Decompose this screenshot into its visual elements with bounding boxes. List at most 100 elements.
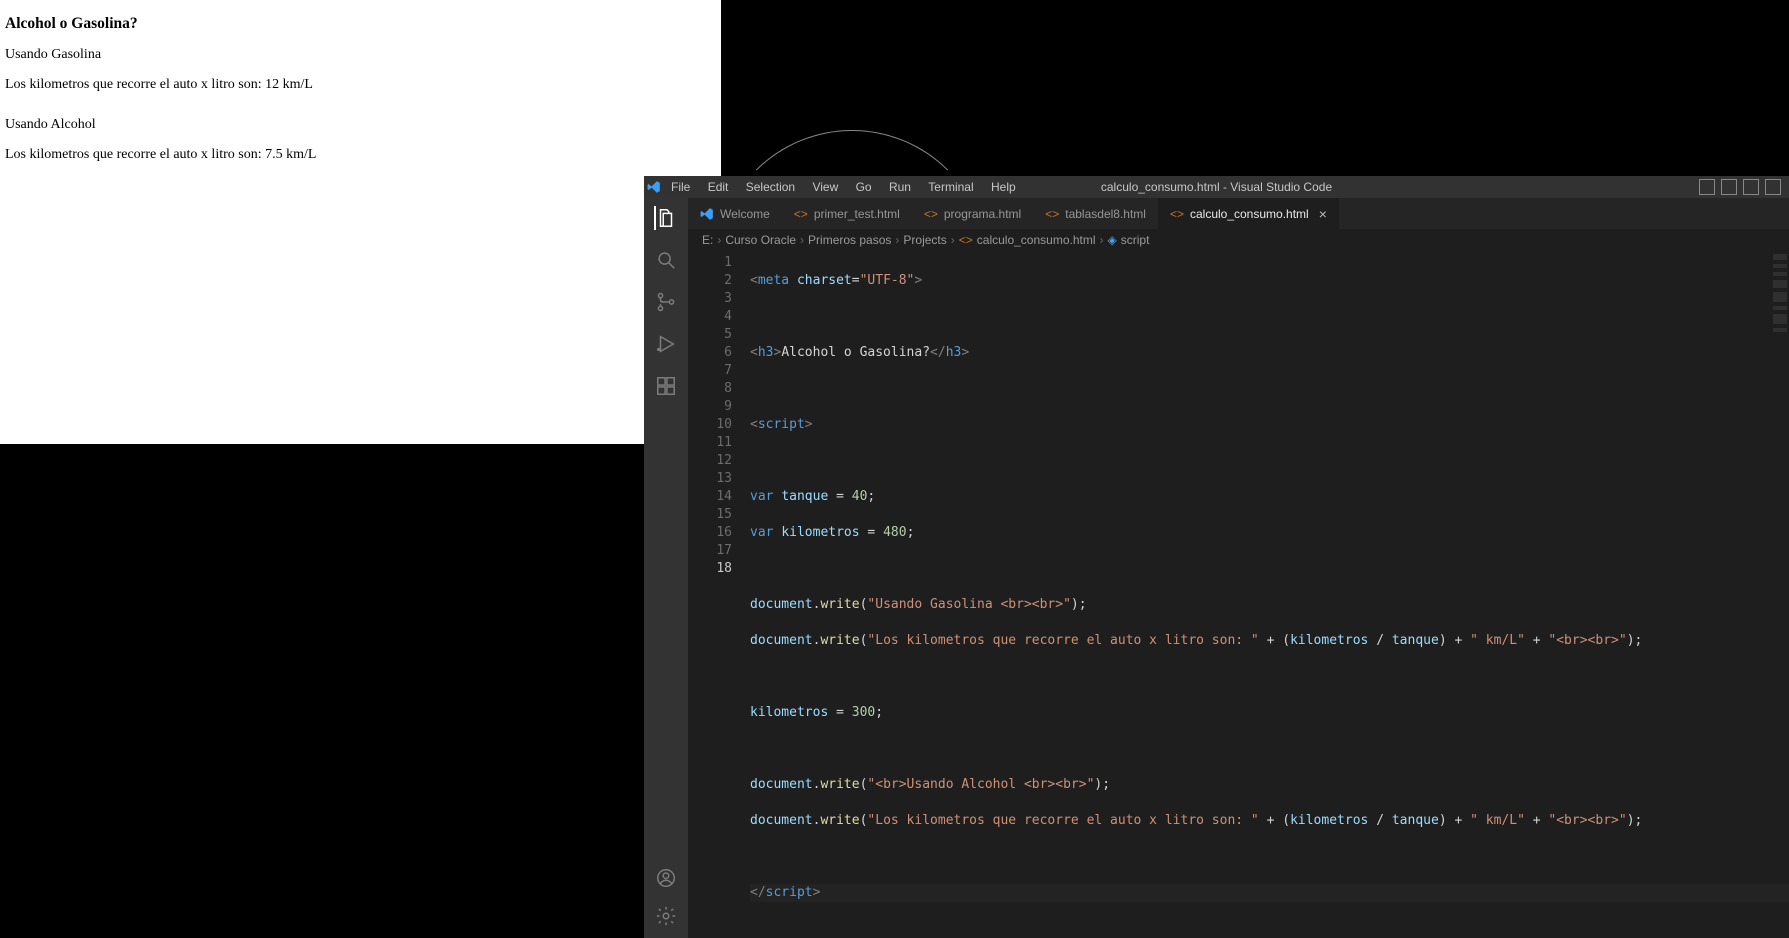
line-number: 11 xyxy=(688,434,732,452)
window-title: calculo_consumo.html - Visual Studio Cod… xyxy=(1101,180,1332,194)
alcohol-label: Usando Alcohol xyxy=(5,117,716,133)
layout-bottom-icon[interactable] xyxy=(1721,179,1737,195)
breadcrumb-file[interactable]: calculo_consumo.html xyxy=(977,233,1096,247)
line-number: 6 xyxy=(688,344,732,362)
close-icon[interactable]: × xyxy=(1319,206,1327,222)
code-line: <script> xyxy=(750,416,1789,434)
breadcrumb: E: › Curso Oracle › Primeros pasos › Projec… xyxy=(688,229,1789,250)
alcohol-result: Los kilometros que recorre el auto x lit… xyxy=(5,147,716,163)
line-number: 18 xyxy=(688,560,732,578)
code-line: document.write("Usando Gasolina <br><br>… xyxy=(750,596,1789,614)
menu-edit[interactable]: Edit xyxy=(701,180,736,194)
code-line xyxy=(750,380,1789,398)
html-file-icon: <> xyxy=(959,233,973,247)
line-number: 17 xyxy=(688,542,732,560)
html-file-icon: <> xyxy=(924,207,938,221)
line-number: 9 xyxy=(688,398,732,416)
code-line: </script> xyxy=(750,884,1789,902)
code-editor[interactable]: 1 2 3 4 5 6 7 8 9 10 11 12 13 14 15 16 1 xyxy=(688,250,1789,938)
explorer-icon[interactable] xyxy=(654,206,678,230)
tab-label: programa.html xyxy=(944,207,1021,221)
line-number: 10 xyxy=(688,416,732,434)
line-number: 8 xyxy=(688,380,732,398)
editor-tabs: Welcome <> primer_test.html <> programa.… xyxy=(688,198,1789,229)
line-number: 14 xyxy=(688,488,732,506)
line-number: 12 xyxy=(688,452,732,470)
tab-welcome[interactable]: Welcome xyxy=(688,198,782,229)
activity-bar xyxy=(644,198,688,938)
line-number-gutter: 1 2 3 4 5 6 7 8 9 10 11 12 13 14 15 16 1 xyxy=(688,250,744,938)
breadcrumb-symbol[interactable]: script xyxy=(1121,233,1150,247)
layout-grid-icon[interactable] xyxy=(1765,179,1781,195)
line-number: 16 xyxy=(688,524,732,542)
run-debug-icon[interactable] xyxy=(654,332,678,356)
rendered-page: Alcohol o Gasolina? Usando Gasolina Los … xyxy=(0,0,721,444)
code-line xyxy=(750,560,1789,578)
breadcrumb-part[interactable]: Primeros pasos xyxy=(808,233,891,247)
menu-run[interactable]: Run xyxy=(882,180,918,194)
line-number: 2 xyxy=(688,272,732,290)
line-number: 1 xyxy=(688,254,732,272)
breadcrumb-part[interactable]: E: xyxy=(702,233,713,247)
gasolina-result: Los kilometros que recorre el auto x lit… xyxy=(5,77,716,93)
line-number: 4 xyxy=(688,308,732,326)
code-line: <meta charset="UTF-8"> xyxy=(750,272,1789,290)
menu-help[interactable]: Help xyxy=(984,180,1023,194)
line-number: 7 xyxy=(688,362,732,380)
search-icon[interactable] xyxy=(654,248,678,272)
code-line: document.write("Los kilometros que recor… xyxy=(750,812,1789,830)
tab-label: primer_test.html xyxy=(814,207,900,221)
vscode-window: File Edit Selection View Go Run Terminal… xyxy=(644,176,1789,938)
code-line xyxy=(750,668,1789,686)
tab-label: Welcome xyxy=(720,207,770,221)
menu-view[interactable]: View xyxy=(805,180,845,194)
code-content[interactable]: <meta charset="UTF-8"> <h3>Alcohol o Gas… xyxy=(744,250,1789,938)
extensions-icon[interactable] xyxy=(654,374,678,398)
code-line xyxy=(750,848,1789,866)
tab-programa[interactable]: <> programa.html xyxy=(912,198,1033,229)
layout-right-icon[interactable] xyxy=(1743,179,1759,195)
code-line: document.write("Los kilometros que recor… xyxy=(750,632,1789,650)
vscode-tab-icon xyxy=(700,207,714,221)
breadcrumb-part[interactable]: Curso Oracle xyxy=(725,233,796,247)
settings-gear-icon[interactable] xyxy=(654,904,678,928)
html-file-icon: <> xyxy=(1045,207,1059,221)
chevron-right-icon: › xyxy=(895,233,899,247)
layout-controls xyxy=(1699,179,1781,195)
page-heading: Alcohol o Gasolina? xyxy=(5,15,716,33)
chevron-right-icon: › xyxy=(1100,233,1104,247)
symbol-icon: ◈ xyxy=(1108,233,1117,247)
menu-bar: File Edit Selection View Go Run Terminal… xyxy=(664,180,1023,194)
account-icon[interactable] xyxy=(654,866,678,890)
title-bar: File Edit Selection View Go Run Terminal… xyxy=(644,176,1789,198)
html-file-icon: <> xyxy=(1170,207,1184,221)
chevron-right-icon: › xyxy=(951,233,955,247)
line-number: 13 xyxy=(688,470,732,488)
vscode-logo-icon xyxy=(644,180,664,194)
menu-terminal[interactable]: Terminal xyxy=(921,180,980,194)
tab-calculo-consumo[interactable]: <> calculo_consumo.html × xyxy=(1158,198,1339,229)
minimap[interactable] xyxy=(1771,250,1789,938)
html-file-icon: <> xyxy=(794,207,808,221)
line-number: 3 xyxy=(688,290,732,308)
line-number: 5 xyxy=(688,326,732,344)
code-line: var kilometros = 480; xyxy=(750,524,1789,542)
code-line: var tanque = 40; xyxy=(750,488,1789,506)
tab-primer-test[interactable]: <> primer_test.html xyxy=(782,198,912,229)
code-line: document.write("<br>Usando Alcohol <br><… xyxy=(750,776,1789,794)
source-control-icon[interactable] xyxy=(654,290,678,314)
tab-tablasdel8[interactable]: <> tablasdel8.html xyxy=(1033,198,1158,229)
code-line: <h3>Alcohol o Gasolina?</h3> xyxy=(750,344,1789,362)
breadcrumb-part[interactable]: Projects xyxy=(903,233,946,247)
code-line: kilometros = 300; xyxy=(750,704,1789,722)
menu-go[interactable]: Go xyxy=(849,180,879,194)
layout-left-icon[interactable] xyxy=(1699,179,1715,195)
gasolina-label: Usando Gasolina xyxy=(5,47,716,63)
menu-file[interactable]: File xyxy=(664,180,697,194)
code-line xyxy=(750,452,1789,470)
tab-label: tablasdel8.html xyxy=(1065,207,1146,221)
menu-selection[interactable]: Selection xyxy=(739,180,802,194)
code-line xyxy=(750,740,1789,758)
chevron-right-icon: › xyxy=(717,233,721,247)
tab-label: calculo_consumo.html xyxy=(1190,207,1309,221)
